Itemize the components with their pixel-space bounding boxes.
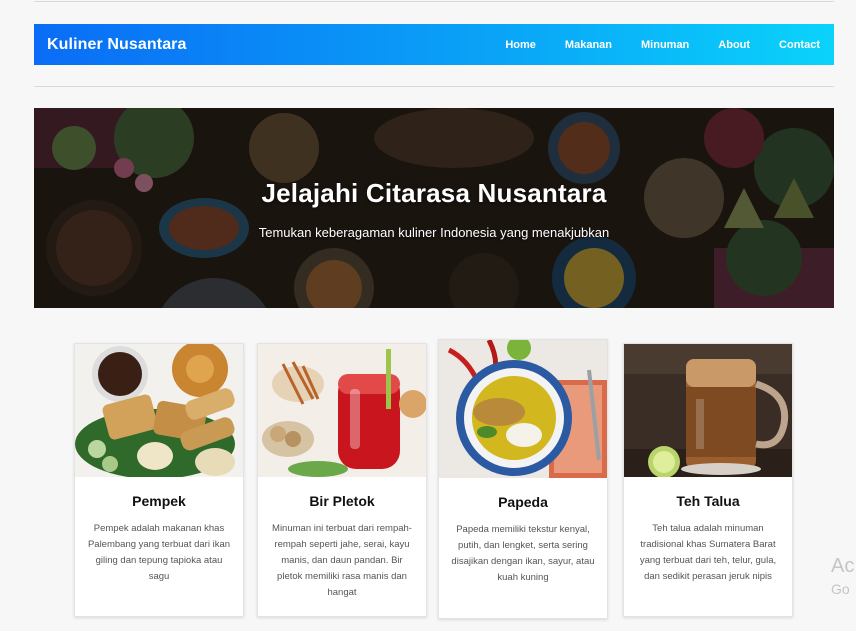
card-description: Teh talua adalah minuman tradisional kha… xyxy=(639,523,777,582)
nav-contact-link[interactable]: Contact xyxy=(779,39,820,51)
food-card-teh-talua[interactable]: Teh Talua Teh talua adalah minuman tradi… xyxy=(623,343,793,617)
card-title: Teh Talua xyxy=(676,493,740,509)
hero-subtitle: Temukan keberagaman kuliner Indonesia ya… xyxy=(258,225,610,240)
hero-title: Jelajahi Citarasa Nusantara xyxy=(261,178,607,208)
nav-home-link[interactable]: Home xyxy=(505,39,536,51)
nav-makanan-link[interactable]: Makanan xyxy=(565,39,612,51)
activation-watermark-line2: Go xyxy=(831,581,850,597)
navbar: Kuliner Nusantara Home Makanan Minuman A… xyxy=(34,24,834,65)
teh-talua-image xyxy=(624,344,792,477)
card-description: Minuman ini terbuat dari rempah-rempah s… xyxy=(272,523,412,598)
food-card-bir-pletok[interactable]: Bir Pletok Minuman ini terbuat dari remp… xyxy=(257,343,427,617)
papeda-image xyxy=(439,340,607,478)
card-description: Papeda memiliki tekstur kenyal, putih, d… xyxy=(451,524,595,583)
hero-banner: Jelajahi Citarasa Nusantara Temukan kebe… xyxy=(34,108,834,308)
card-title: Papeda xyxy=(498,494,548,510)
pempek-image xyxy=(75,344,243,477)
nav-menu: Home Makanan Minuman About Contact xyxy=(505,39,820,51)
bir-pletok-image xyxy=(258,344,426,477)
header-divider xyxy=(34,86,834,87)
top-divider xyxy=(34,1,834,2)
nav-minuman-link[interactable]: Minuman xyxy=(641,39,689,51)
card-title: Pempek xyxy=(132,493,186,509)
food-card-papeda[interactable]: Papeda Papeda memiliki tekstur kenyal, p… xyxy=(438,339,608,619)
activation-watermark-line1: Ac xyxy=(831,555,855,577)
card-description: Pempek adalah makanan khas Palembang yan… xyxy=(87,523,231,582)
food-card-pempek[interactable]: Pempek Pempek adalah makanan khas Palemb… xyxy=(74,343,244,617)
site-brand[interactable]: Kuliner Nusantara xyxy=(47,36,187,54)
card-title: Bir Pletok xyxy=(309,493,375,509)
nav-about-link[interactable]: About xyxy=(718,39,750,51)
